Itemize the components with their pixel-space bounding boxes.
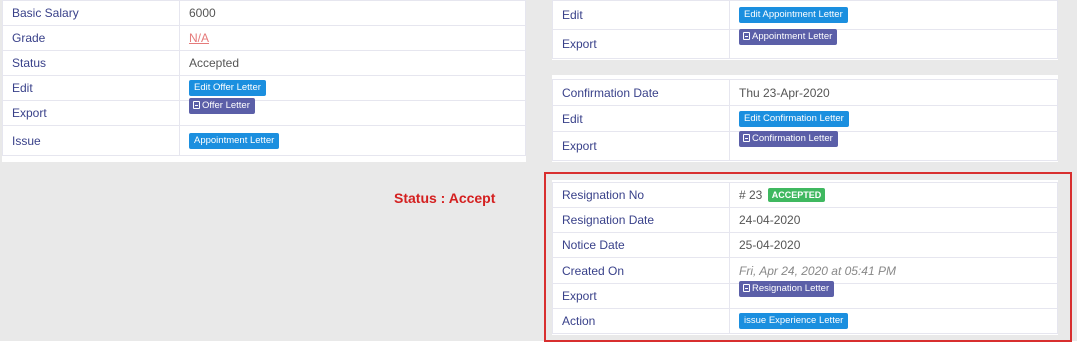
confirmation-letter-export-button[interactable]: Confirmation Letter <box>739 131 838 147</box>
confirmation-export-row: Export Confirmation Letter <box>552 131 1058 161</box>
export-row: Export Offer Letter <box>2 98 526 126</box>
issue-row: Issue Appointment Letter <box>2 125 526 156</box>
confirmation-edit-label: Edit <box>552 105 730 132</box>
edit-offer-letter-button[interactable]: Edit Offer Letter <box>189 80 266 96</box>
edit-label: Edit <box>2 75 180 101</box>
status-annotation: Status : Accept <box>394 190 496 206</box>
grade-row: Grade N/A <box>2 25 526 51</box>
issue-label: Issue <box>2 125 180 156</box>
basic-salary-row: Basic Salary 6000 <box>2 0 526 26</box>
confirmation-card: Confirmation Date Thu 23-Apr-2020 Edit E… <box>552 75 1058 162</box>
basic-salary-value: 6000 <box>179 0 526 26</box>
appointment-export-row: Export Appointment Letter <box>552 29 1058 59</box>
appointment-export-label: Export <box>552 29 730 59</box>
grade-label: Grade <box>2 25 180 51</box>
offer-letter-export-label: Offer Letter <box>202 100 250 111</box>
offer-details-card: Basic Salary 6000 Grade N/A Status Accep… <box>2 0 526 162</box>
offer-letter-export-button[interactable]: Offer Letter <box>189 98 255 114</box>
confirmation-date-value: Thu 23-Apr-2020 <box>729 79 1058 106</box>
pdf-file-icon <box>193 101 200 109</box>
appointment-letter-export-label: Appointment Letter <box>752 31 833 42</box>
appointment-letter-export-button[interactable]: Appointment Letter <box>739 29 838 45</box>
edit-row: Edit Edit Offer Letter <box>2 75 526 101</box>
confirmation-date-label: Confirmation Date <box>552 79 730 106</box>
confirmation-date-row: Confirmation Date Thu 23-Apr-2020 <box>552 79 1058 106</box>
appointment-card: Edit Edit Appointment Letter Export Appo… <box>552 0 1058 60</box>
basic-salary-label: Basic Salary <box>2 0 180 26</box>
appointment-edit-row: Edit Edit Appointment Letter <box>552 0 1058 30</box>
appointment-edit-label: Edit <box>552 0 730 30</box>
edit-confirmation-letter-button[interactable]: Edit Confirmation Letter <box>739 110 849 127</box>
export-label: Export <box>2 100 180 126</box>
pdf-file-icon <box>743 134 750 142</box>
grade-link[interactable]: N/A <box>189 31 209 45</box>
issue-appointment-letter-button[interactable]: Appointment Letter <box>189 132 280 149</box>
highlight-box <box>544 172 1072 342</box>
pdf-file-icon <box>743 32 750 40</box>
status-value: Accepted <box>179 50 526 76</box>
edit-appointment-letter-button[interactable]: Edit Appointment Letter <box>739 7 848 23</box>
confirmation-export-label: Export <box>552 131 730 161</box>
confirmation-edit-row: Edit Edit Confirmation Letter <box>552 105 1058 132</box>
confirmation-letter-export-label: Confirmation Letter <box>752 133 833 144</box>
status-row: Status Accepted <box>2 50 526 76</box>
status-label: Status <box>2 50 180 76</box>
